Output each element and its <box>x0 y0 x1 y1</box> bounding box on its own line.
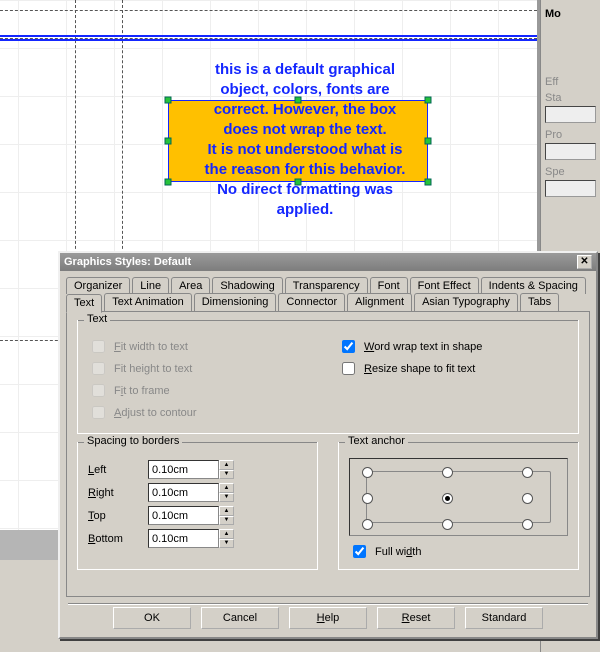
panel-field <box>545 106 596 123</box>
anchor-point[interactable] <box>362 519 373 530</box>
full-width-checkbox[interactable] <box>353 545 366 558</box>
panel-label: Eff <box>545 76 596 88</box>
guide-blue <box>0 35 537 37</box>
spacing-top-input[interactable]: ▲▼ <box>148 506 234 525</box>
panel-field <box>545 180 596 197</box>
checkbox-label: Word wrap text in shape <box>364 341 482 353</box>
tab-font-effect[interactable]: Font Effect <box>410 277 479 294</box>
tab-connector[interactable]: Connector <box>278 293 345 312</box>
tab-dimensioning[interactable]: Dimensioning <box>194 293 277 312</box>
anchor-point[interactable] <box>442 519 453 530</box>
text-group: Text Fit width to text Fit height to tex… <box>77 320 579 434</box>
dialog-title: Graphics Styles: Default <box>64 256 191 268</box>
shape-text[interactable]: this is a default graphical object, colo… <box>170 60 440 220</box>
spacing-right-label: Right <box>88 487 138 499</box>
fit-height-checkbox <box>92 362 105 375</box>
text-line: this is a default graphical <box>215 61 395 78</box>
ok-button[interactable]: OK <box>113 607 191 629</box>
spin-down-icon[interactable]: ▼ <box>219 539 234 549</box>
tab-transparency[interactable]: Transparency <box>285 277 368 294</box>
panel-label: Mo <box>545 8 596 20</box>
help-button[interactable]: Help <box>289 607 367 629</box>
spacing-group: Spacing to borders Left ▲▼ Right ▲▼ <box>77 442 318 570</box>
checkbox-label: Adjust to contour <box>114 407 197 419</box>
spin-down-icon[interactable]: ▼ <box>219 470 234 480</box>
dialog-titlebar[interactable]: Graphics Styles: Default ✕ <box>60 253 596 271</box>
anchor-point[interactable] <box>522 519 533 530</box>
word-wrap-checkbox[interactable] <box>342 340 355 353</box>
spinbox-value[interactable] <box>148 529 219 548</box>
spacing-bottom-input[interactable]: ▲▼ <box>148 529 234 548</box>
anchor-point[interactable] <box>362 493 373 504</box>
checkbox-label: Fit width to text <box>114 341 188 353</box>
spin-down-icon[interactable]: ▼ <box>219 516 234 526</box>
graphics-styles-dialog: Graphics Styles: Default ✕ Organizer Lin… <box>58 251 598 639</box>
tab-text[interactable]: Text <box>66 294 102 313</box>
guide-blue <box>0 39 537 41</box>
tab-indents-spacing[interactable]: Indents & Spacing <box>481 277 586 294</box>
checkbox-label: Fit to frame <box>114 385 170 397</box>
anchor-picker[interactable] <box>349 458 568 536</box>
guide-dashed <box>0 10 537 11</box>
spin-down-icon[interactable]: ▼ <box>219 493 234 503</box>
dialog-buttons: OK Cancel Help Reset Standard <box>60 607 596 629</box>
standard-button[interactable]: Standard <box>465 607 543 629</box>
group-legend: Text <box>84 313 110 325</box>
tab-strip: Organizer Line Area Shadowing Transparen… <box>60 271 596 312</box>
cancel-button[interactable]: Cancel <box>201 607 279 629</box>
spacing-right-input[interactable]: ▲▼ <box>148 483 234 502</box>
close-icon[interactable]: ✕ <box>577 255 592 269</box>
tab-organizer[interactable]: Organizer <box>66 277 130 294</box>
separator <box>68 603 588 605</box>
reset-button[interactable]: Reset <box>377 607 455 629</box>
checkbox-label: Resize shape to fit text <box>364 363 475 375</box>
resize-shape-checkbox[interactable] <box>342 362 355 375</box>
anchor-point[interactable] <box>362 467 373 478</box>
panel-field <box>545 143 596 160</box>
tab-area[interactable]: Area <box>171 277 210 294</box>
tab-line[interactable]: Line <box>132 277 169 294</box>
tab-font[interactable]: Font <box>370 277 408 294</box>
spinbox-value[interactable] <box>148 460 219 479</box>
tab-panel-text: Text Fit width to text Fit height to tex… <box>66 311 590 597</box>
text-line: does not wrap the text. <box>223 121 386 138</box>
text-line: It is not understood what is <box>208 141 403 158</box>
anchor-point[interactable] <box>442 467 453 478</box>
checkbox-label: Full width <box>375 546 421 558</box>
text-line: No direct formatting was <box>217 181 393 198</box>
panel-label: Spe <box>545 166 596 178</box>
group-legend: Spacing to borders <box>84 435 182 447</box>
spacing-bottom-label: Bottom <box>88 533 138 545</box>
anchor-point-selected[interactable] <box>442 493 453 504</box>
spin-up-icon[interactable]: ▲ <box>219 529 234 539</box>
anchor-point[interactable] <box>522 467 533 478</box>
group-legend: Text anchor <box>345 435 408 447</box>
text-line: applied. <box>277 201 334 218</box>
spin-up-icon[interactable]: ▲ <box>219 506 234 516</box>
checkbox-label: Fit height to text <box>114 363 192 375</box>
tab-text-animation[interactable]: Text Animation <box>104 293 192 312</box>
spinbox-value[interactable] <box>148 483 219 502</box>
spacing-top-label: Top <box>88 510 138 522</box>
fit-frame-checkbox <box>92 384 105 397</box>
tab-asian-typography[interactable]: Asian Typography <box>414 293 518 312</box>
text-line: the reason for this behavior. <box>205 161 406 178</box>
spin-up-icon[interactable]: ▲ <box>219 483 234 493</box>
anchor-point[interactable] <box>522 493 533 504</box>
anchor-group: Text anchor Full width <box>338 442 579 570</box>
tab-alignment[interactable]: Alignment <box>347 293 412 312</box>
text-line: correct. However, the box <box>214 101 397 118</box>
panel-label: Pro <box>545 129 596 141</box>
spinbox-value[interactable] <box>148 506 219 525</box>
adjust-contour-checkbox <box>92 406 105 419</box>
spacing-left-label: Left <box>88 464 138 476</box>
text-line: object, colors, fonts are <box>220 81 389 98</box>
spin-up-icon[interactable]: ▲ <box>219 460 234 470</box>
tab-shadowing[interactable]: Shadowing <box>212 277 282 294</box>
tab-tabs[interactable]: Tabs <box>520 293 559 312</box>
panel-label: Sta <box>545 92 596 104</box>
fit-width-checkbox <box>92 340 105 353</box>
spacing-left-input[interactable]: ▲▼ <box>148 460 234 479</box>
